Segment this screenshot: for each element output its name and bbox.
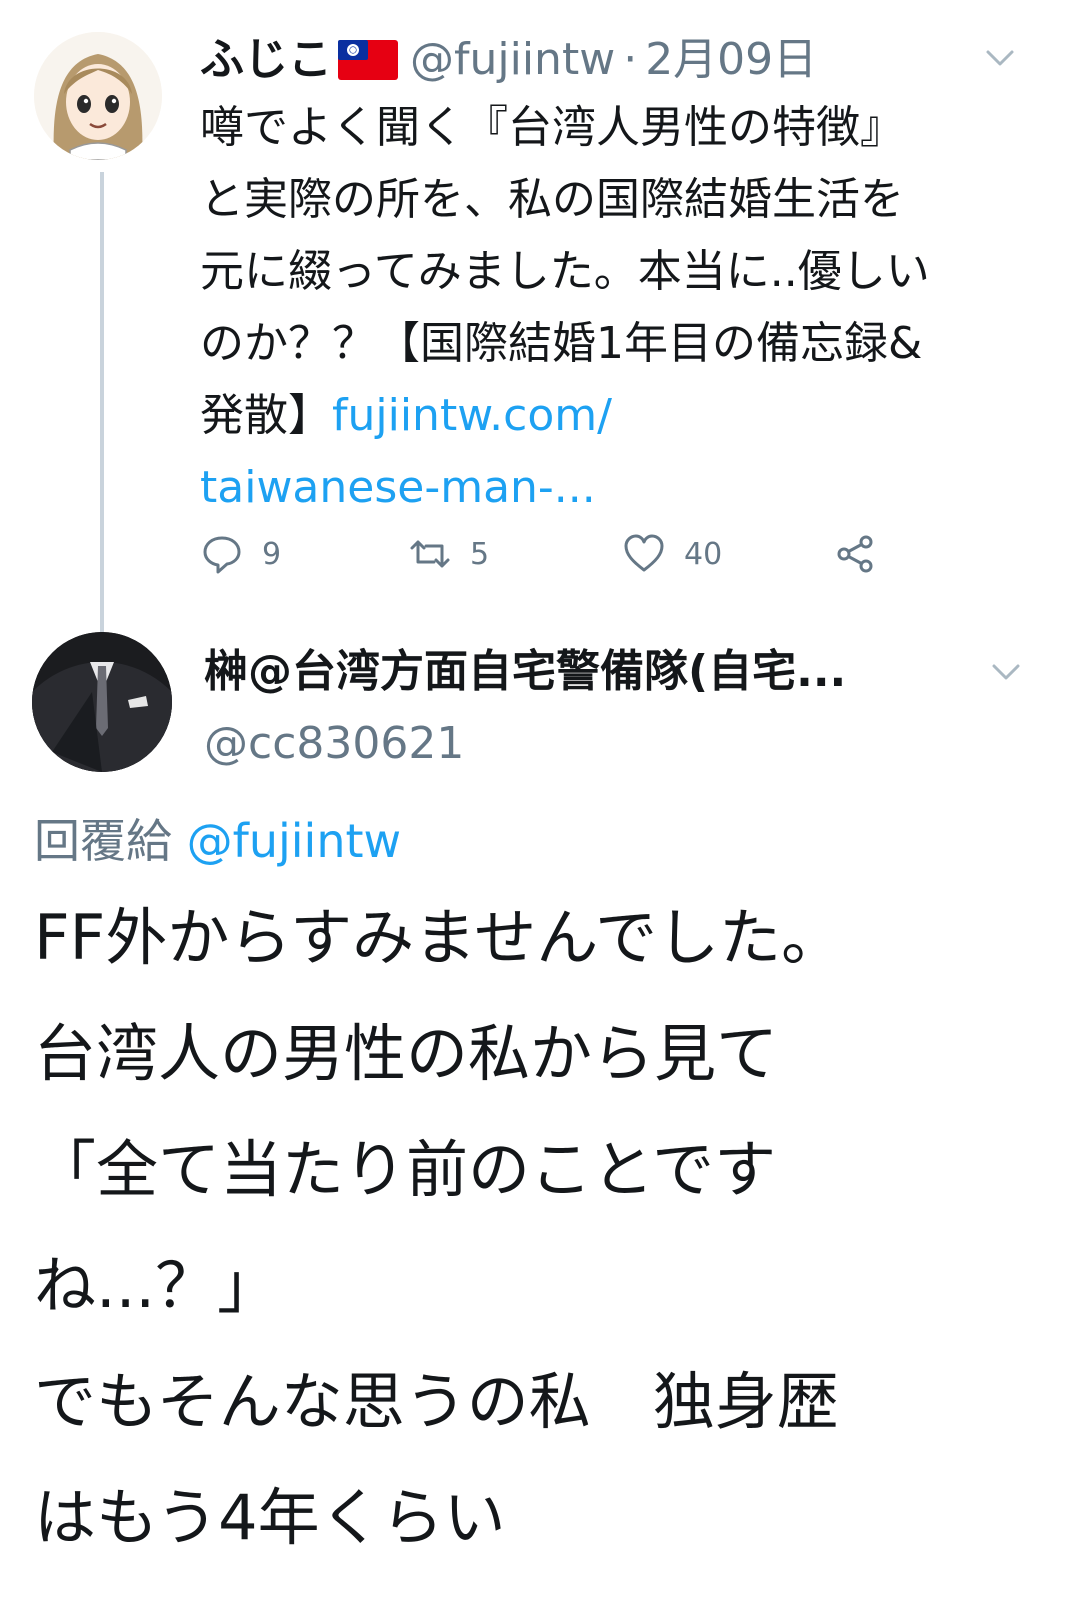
tweet-text-line: 発散】fujiintw.com/ — [200, 380, 1030, 452]
share-icon — [837, 535, 873, 573]
chevron-down-icon[interactable] — [986, 652, 1026, 692]
tweet-link[interactable]: fujiintw.com/ — [332, 390, 612, 441]
author-name[interactable]: ふじこ — [200, 28, 332, 92]
retweet-count: 5 — [470, 536, 490, 572]
retweet-icon — [410, 540, 450, 568]
tweet-text-line: ね...？」 — [34, 1249, 280, 1322]
tweet-text-line: 元に綴ってみました。本当に..優しい — [200, 246, 930, 297]
tweet-text-line: と実際の所を、私の国際結婚生活を — [200, 174, 904, 225]
tweet-text-line: のか？？【国際結婚1年目の備忘録& — [200, 318, 923, 369]
share-button[interactable] — [834, 522, 878, 586]
reply-to-line: 回覆給 @fujiintw — [34, 808, 401, 874]
reply-icon — [203, 536, 241, 574]
author-handle[interactable]: @fujiintw — [410, 28, 615, 92]
reply-to-label: 回覆給 — [34, 814, 172, 868]
chevron-down-icon[interactable] — [980, 38, 1020, 78]
like-count: 40 — [684, 536, 723, 572]
tweet-text-fragment: 発散】 — [200, 390, 332, 441]
heart-icon — [624, 534, 664, 572]
tweet-body: FF外からすみませんでした。 台湾人の男性の私から見て 「全て当たり前のことです… — [34, 880, 1044, 1576]
tweet-text-line: でもそんな思うの私 独身歴 — [34, 1365, 839, 1438]
illustrated-avatar-icon — [34, 32, 162, 160]
tweet-thread: ふじこ @fujiintw · 2月09日 噂でよく聞く『台湾人男性の特徴』 と… — [0, 0, 1080, 1616]
like-button[interactable]: 40 — [622, 522, 722, 586]
reply-count: 9 — [262, 536, 282, 572]
separator-dot: · — [623, 34, 638, 85]
tweet-link-continued[interactable]: taiwanese-man-... — [200, 452, 1030, 524]
tweet-text-line: 「全て当たり前のことです — [34, 1133, 777, 1206]
tweet-date[interactable]: 2月09日 — [645, 28, 817, 92]
tweet-text-line: 噂でよく聞く『台湾人男性の特徴』 — [200, 102, 904, 153]
reply-to-handle[interactable]: @fujiintw — [187, 814, 402, 868]
avatar[interactable] — [32, 632, 172, 772]
tweet-header: ふじこ @fujiintw · 2月09日 — [200, 28, 817, 92]
tweet-text-line: FF外からすみませんでした。 — [34, 901, 844, 974]
author-name[interactable]: 榊@台湾方面自宅警備隊(自宅... — [204, 640, 944, 704]
thread-connector-line — [100, 172, 104, 648]
taiwan-flag-icon — [338, 40, 398, 80]
photo-avatar-icon — [32, 632, 172, 772]
retweet-button[interactable]: 5 — [408, 522, 489, 586]
tweet-text-line: はもう4年くらい — [34, 1481, 506, 1554]
tweet-body: 噂でよく聞く『台湾人男性の特徴』 と実際の所を、私の国際結婚生活を 元に綴ってみ… — [200, 92, 1030, 524]
tweet-text-line: 台湾人の男性の私から見て — [34, 1017, 779, 1090]
tweet-actions: 9 5 40 — [200, 522, 900, 586]
reply-button[interactable]: 9 — [200, 522, 281, 586]
author-handle[interactable]: @cc830621 — [204, 712, 464, 776]
avatar[interactable] — [34, 32, 162, 160]
